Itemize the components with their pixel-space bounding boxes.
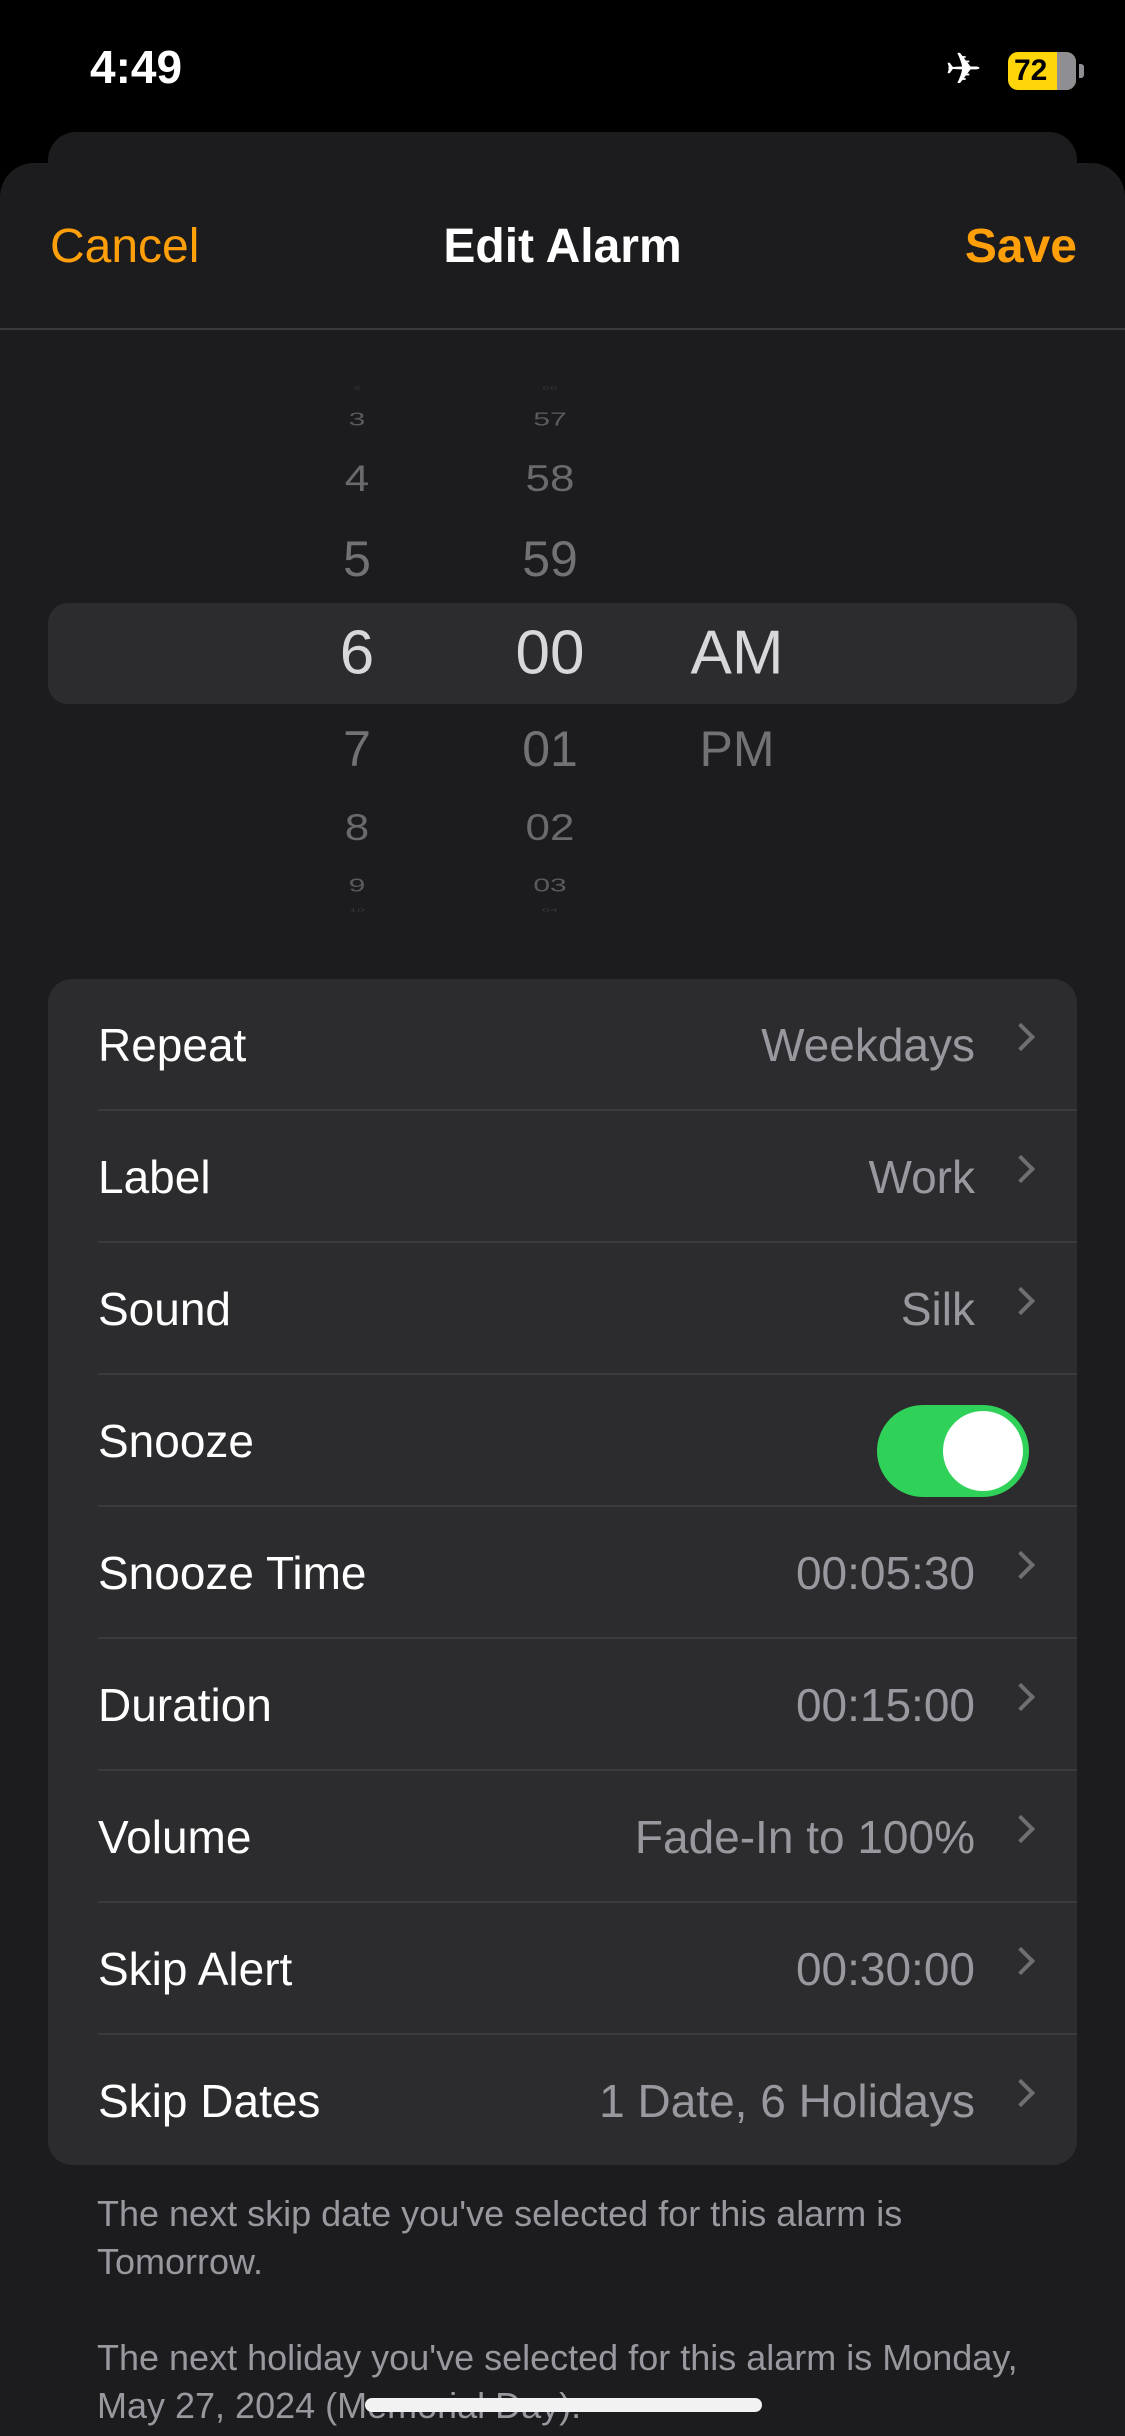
setting-value: Fade-In to 100% xyxy=(634,1811,975,1863)
picker-minutes-option[interactable]: 57 xyxy=(533,410,566,430)
setting-row-snooze-time[interactable]: Snooze Time 00:05:30 xyxy=(48,1507,1077,1639)
setting-row-skip-dates[interactable]: Skip Dates 1 Date, 6 Holidays xyxy=(48,2035,1077,2167)
picker-hours-option[interactable]: 9 xyxy=(349,876,366,896)
setting-value: 00:30:00 xyxy=(795,1943,975,1995)
picker-minutes-option[interactable]: 01 xyxy=(522,720,578,778)
status-time: 4:49 xyxy=(90,41,183,93)
home-indicator[interactable] xyxy=(365,2398,762,2412)
picker-hours-option[interactable]: 3 xyxy=(349,410,366,430)
setting-row-label[interactable]: Label Work xyxy=(48,1111,1077,1243)
setting-row-snooze[interactable]: Snooze xyxy=(48,1375,1077,1507)
setting-row-repeat[interactable]: Repeat Weekdays xyxy=(48,979,1077,1111)
chevron-right-icon xyxy=(1006,1946,1036,1976)
setting-label: Skip Dates xyxy=(98,2075,321,2127)
picker-hours-option[interactable]: 8 xyxy=(345,807,369,850)
chevron-right-icon xyxy=(1006,1682,1036,1712)
setting-row-volume[interactable]: Volume Fade-In to 100% xyxy=(48,1771,1077,1903)
airplane-icon: ✈ xyxy=(945,45,982,94)
setting-label: Snooze xyxy=(98,1415,255,1467)
picker-hours-option[interactable]: 7 xyxy=(343,720,371,778)
picker-minutes-option[interactable]: 00 xyxy=(516,618,585,689)
setting-label: Label xyxy=(98,1151,211,1203)
setting-label: Sound xyxy=(98,1283,232,1335)
picker-hours-option[interactable]: 10 xyxy=(349,908,365,913)
setting-label: Duration xyxy=(98,1679,272,1731)
settings-list: Repeat Weekdays Label Work Sound Silk Snooze Sn… xyxy=(48,979,1077,2165)
page-title: Edit Alarm xyxy=(443,220,682,273)
setting-value: Silk xyxy=(900,1283,975,1335)
setting-label: Repeat xyxy=(98,1019,247,1071)
picker-minutes-option[interactable]: 03 xyxy=(533,876,566,896)
picker-minutes-option[interactable]: 56 xyxy=(542,386,558,391)
battery-tip xyxy=(1079,64,1084,78)
setting-row-duration[interactable]: Duration 00:15:00 xyxy=(48,1639,1077,1771)
picker-hours-option[interactable]: 2 xyxy=(353,386,361,391)
setting-value: 1 Date, 6 Holidays xyxy=(599,2075,975,2127)
picker-minutes-option[interactable]: 59 xyxy=(522,530,578,588)
chevron-right-icon xyxy=(1006,1022,1036,1052)
toggle-knob xyxy=(943,1411,1023,1491)
battery-level: 72 xyxy=(1014,54,1048,87)
snooze-toggle[interactable] xyxy=(877,1405,1029,1497)
setting-label: Snooze Time xyxy=(98,1547,367,1599)
setting-row-skip-alert[interactable]: Skip Alert 00:30:00 xyxy=(48,1903,1077,2035)
chevron-right-icon xyxy=(1006,1814,1036,1844)
setting-label: Skip Alert xyxy=(98,1943,293,1995)
chevron-right-icon xyxy=(1006,2078,1036,2108)
battery-icon: 72 xyxy=(1008,52,1076,90)
picker-hours-option[interactable]: 6 xyxy=(340,618,374,689)
setting-label: Volume xyxy=(98,1811,252,1863)
save-button[interactable]: Save xyxy=(965,219,1077,274)
picker-minutes-option[interactable]: 04 xyxy=(542,908,558,913)
skip-date-note: The next skip date you've selected for t… xyxy=(97,2193,903,2282)
picker-minutes-option[interactable]: 02 xyxy=(526,807,575,850)
setting-value: 00:05:30 xyxy=(795,1547,975,1599)
picker-period-option[interactable]: AM xyxy=(691,618,784,689)
setting-value: 00:15:00 xyxy=(795,1679,975,1731)
picker-period-option[interactable]: PM xyxy=(700,720,775,778)
picker-hours-option[interactable]: 5 xyxy=(343,530,371,588)
chevron-right-icon xyxy=(1006,1286,1036,1316)
holiday-note: The next holiday you've selected for thi… xyxy=(97,2337,1018,2426)
setting-value: Weekdays xyxy=(761,1019,975,1071)
setting-value: Work xyxy=(868,1151,976,1203)
picker-hours-option[interactable]: 4 xyxy=(345,458,369,501)
nav-bar: Cancel Edit Alarm Save xyxy=(0,163,1125,330)
picker-minutes-option[interactable]: 58 xyxy=(526,458,575,501)
setting-row-sound[interactable]: Sound Silk xyxy=(48,1243,1077,1375)
chevron-right-icon xyxy=(1006,1550,1036,1580)
chevron-right-icon xyxy=(1006,1154,1036,1184)
